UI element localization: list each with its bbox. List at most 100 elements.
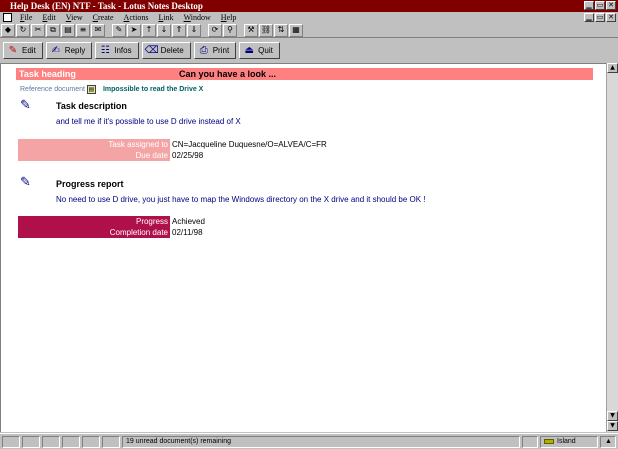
scroll-down-button[interactable]: ▼ <box>607 411 618 421</box>
status-panel-4[interactable] <box>62 436 80 448</box>
status-message: 19 unread document(s) remaining <box>122 436 520 448</box>
menu-actions[interactable]: Actions <box>124 13 149 22</box>
reference-document-link[interactable]: Impossible to read the Drive X <box>103 86 203 93</box>
progress-report-text: No need to use D drive, you just have to… <box>56 195 426 204</box>
reference-document-label: Reference document <box>20 86 85 93</box>
status-panel-2[interactable] <box>22 436 40 448</box>
document-window-controls: ▁ ▭ ✕ <box>584 13 616 22</box>
task-description-title: Task description <box>56 101 127 111</box>
task-heading-value: Can you have a look ... <box>179 69 277 79</box>
tools-icon[interactable]: ⚒ <box>244 23 258 37</box>
status-panel-3[interactable] <box>42 436 60 448</box>
search-icon[interactable]: ⚲ <box>223 23 237 37</box>
quit-icon: ⏏ <box>244 44 254 56</box>
list-icon[interactable]: ≡ <box>76 23 90 37</box>
pencil-icon: ✎ <box>20 175 31 190</box>
status-panel-6[interactable] <box>102 436 120 448</box>
document-pane[interactable]: Task heading Can you have a look ... Ref… <box>0 63 606 432</box>
infos-button-label: Infos <box>114 46 132 55</box>
delete-icon: ⌫ <box>144 44 159 56</box>
window-title: Help Desk (EN) NTF - Task - Lotus Notes … <box>10 1 203 11</box>
progress-label: Progress <box>135 217 168 226</box>
window-title-bar[interactable]: Help Desk (EN) NTF - Task - Lotus Notes … <box>0 0 618 12</box>
menu-edit[interactable]: Edit <box>42 13 55 22</box>
scroll-bottom-button[interactable]: ▼ <box>607 421 618 431</box>
info-icon: ☷ <box>100 44 110 56</box>
reference-row: Reference document ▤ Impossible to read … <box>20 84 203 95</box>
printer-icon: ⎙ <box>199 44 208 56</box>
pencil-icon: ✎ <box>8 44 18 56</box>
edit-doc-icon[interactable]: ✎ <box>112 23 126 37</box>
forward-icon[interactable]: ➤ <box>127 23 141 37</box>
task-assigned-label: Task assigned to <box>108 140 168 149</box>
close-window-button[interactable]: ✕ <box>606 1 616 10</box>
task-heading-label: Task heading <box>19 69 76 79</box>
menu-link[interactable]: Link <box>158 13 173 22</box>
location-name: Island <box>557 438 576 445</box>
task-description-text: and tell me if it's possible to use D dr… <box>56 117 241 126</box>
status-panel-1[interactable] <box>2 436 20 448</box>
due-date-value: 02/25/98 <box>172 151 204 160</box>
assignment-labels: Task assigned to Due date <box>18 139 170 161</box>
minimize-window-button[interactable]: ▁ <box>584 1 594 10</box>
menu-view[interactable]: View <box>66 13 83 22</box>
link-icon[interactable]: ⛓ <box>259 23 273 37</box>
close-document-button[interactable]: ✕ <box>606 13 616 22</box>
status-arrows-panel[interactable]: ▲ <box>600 436 616 448</box>
grid-icon[interactable]: ▦ <box>289 23 303 37</box>
open-database-icon[interactable]: ◆ <box>1 23 15 37</box>
maximize-window-button[interactable]: ▭ <box>595 1 605 10</box>
action-bar: ✎ Edit ✍ Reply ☷ Infos ⌫ Delete ⎙ Print … <box>0 39 618 62</box>
task-assigned-value: CN=Jacqueline Duquesne/O=ALVEA/C=FR <box>172 140 327 149</box>
down-icon[interactable]: ⇓ <box>187 23 201 37</box>
reply-button-label: Reply <box>64 46 86 55</box>
key-icon <box>544 438 554 444</box>
sync-icon[interactable]: ↻ <box>16 23 30 37</box>
copy-icon[interactable]: ⧉ <box>46 23 60 37</box>
completion-date-value: 02/11/98 <box>172 228 203 237</box>
status-panel-7[interactable] <box>522 436 538 448</box>
progress-labels: Progress Completion date <box>18 216 170 238</box>
menu-file[interactable]: File <box>20 13 32 22</box>
window-controls: ▁ ▭ ✕ <box>584 1 616 10</box>
doclink-icon[interactable]: ▤ <box>86 85 96 94</box>
reply-icon: ✍ <box>51 44 60 56</box>
sort-icon[interactable]: ⇅ <box>274 23 288 37</box>
progress-report-title: Progress report <box>56 179 124 189</box>
restore-document-button[interactable]: ▭ <box>595 13 605 22</box>
pencil-icon: ✎ <box>20 98 31 113</box>
vertical-scrollbar[interactable]: ▲ ▼ ▼ <box>606 63 618 432</box>
next-doc-icon[interactable]: ↓ <box>157 23 171 37</box>
cut-icon[interactable]: ✂ <box>31 23 45 37</box>
progress-value: Achieved <box>172 217 205 226</box>
infos-button[interactable]: ☷ Infos <box>95 42 139 59</box>
edit-button-label: Edit <box>22 46 36 55</box>
delete-button-label: Delete <box>160 46 184 55</box>
document-menu-icon[interactable] <box>3 13 12 22</box>
menu-help[interactable]: Help <box>221 13 237 22</box>
location-panel[interactable]: Island <box>540 436 598 448</box>
refresh-icon[interactable]: ⟳ <box>208 23 222 37</box>
reply-button[interactable]: ✍ Reply <box>45 42 93 59</box>
due-date-label: Due date <box>135 151 168 160</box>
edit-button[interactable]: ✎ Edit <box>3 42 43 59</box>
delete-button[interactable]: ⌫ Delete <box>141 42 191 59</box>
completion-date-label: Completion date <box>109 228 168 237</box>
task-heading-row: Task heading Can you have a look ... <box>16 68 593 80</box>
print-button[interactable]: ⎙ Print <box>193 42 237 59</box>
quit-button[interactable]: ⏏ Quit <box>239 42 280 59</box>
paste-icon[interactable]: ▤ <box>61 23 75 37</box>
status-panel-5[interactable] <box>82 436 100 448</box>
menu-create[interactable]: Create <box>93 13 114 22</box>
menu-window[interactable]: Window <box>184 13 211 22</box>
scroll-up-button[interactable]: ▲ <box>607 63 618 73</box>
up-icon[interactable]: ⇑ <box>172 23 186 37</box>
mail-icon[interactable]: ✉ <box>91 23 105 37</box>
prev-doc-icon[interactable]: ↑ <box>142 23 156 37</box>
smarticons-toolbar: ◆ ↻ ✂ ⧉ ▤ ≡ ✉ ✎ ➤ ↑ ↓ ⇑ ⇓ ⟳ ⚲ ⚒ ⛓ ⇅ ▦ <box>0 23 618 38</box>
quit-button-label: Quit <box>258 46 273 55</box>
minimize-document-button[interactable]: ▁ <box>584 13 594 22</box>
status-bar: 19 unread document(s) remaining Island ▲ <box>0 433 618 449</box>
menu-bar: File Edit View Create Actions Link Windo… <box>0 12 618 23</box>
print-button-label: Print <box>212 46 230 55</box>
